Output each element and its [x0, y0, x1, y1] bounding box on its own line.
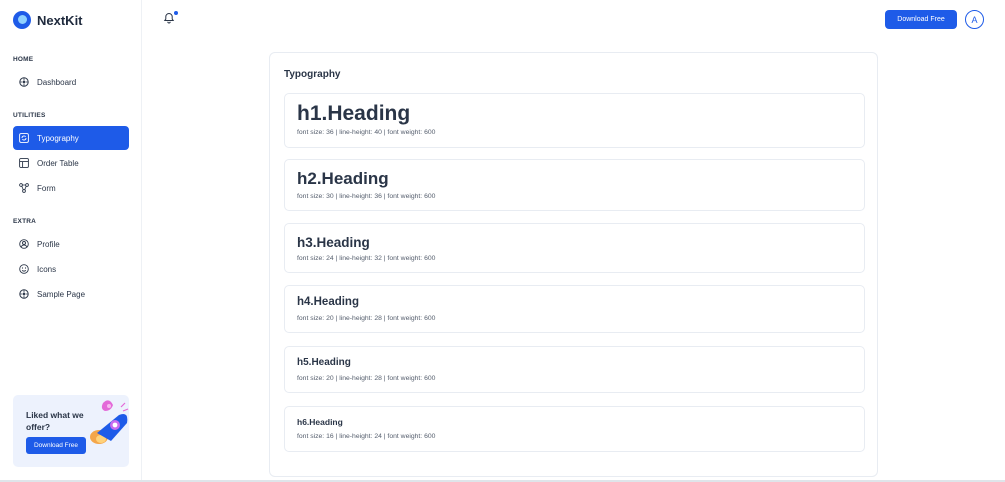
brand[interactable]: NextKit — [13, 11, 83, 29]
brand-name: NextKit — [37, 12, 83, 28]
dashboard-icon — [19, 77, 29, 87]
sidebar-item-label: Icons — [37, 264, 57, 274]
section-title-extra: EXTRA — [13, 218, 37, 225]
heading-label: h3.Heading — [297, 235, 370, 250]
sidebar-item-form[interactable]: Form — [13, 176, 129, 200]
brand-logo-icon — [13, 11, 31, 29]
heading-sample-h2: h2.Heading font size: 30 | line-height: … — [284, 159, 865, 211]
heading-sample-h4: h4.Heading font size: 20 | line-height: … — [284, 285, 865, 333]
typography-card: Typography h1.Heading font size: 36 | li… — [269, 52, 878, 477]
heading-label: h1.Heading — [297, 102, 411, 125]
page-icon — [19, 289, 29, 299]
promo-download-button[interactable]: Download Free — [26, 437, 86, 454]
heading-meta: font size: 30 | line-height: 36 | font w… — [297, 193, 436, 200]
promo-card: Liked what we offer? Download Free — [13, 395, 129, 467]
heading-label: h6.Heading — [297, 417, 343, 427]
sidebar-item-profile[interactable]: Profile — [13, 232, 129, 256]
heading-label: h5.Heading — [297, 357, 351, 368]
typography-icon — [19, 133, 29, 143]
heading-meta: font size: 20 | line-height: 28 | font w… — [297, 315, 436, 322]
sidebar-item-label: Form — [37, 183, 56, 193]
heading-meta: font size: 16 | line-height: 24 | font w… — [297, 433, 436, 440]
heading-sample-h5: h5.Heading font size: 20 | line-height: … — [284, 346, 865, 393]
section-title-home: HOME — [13, 56, 34, 63]
notification-dot — [174, 11, 178, 15]
header-download-button[interactable]: Download Free — [885, 10, 957, 29]
sidebar-item-icons[interactable]: Icons — [13, 257, 129, 281]
profile-icon — [19, 239, 29, 249]
sidebar: NextKit HOME Dashboard UTILITIES Typogra… — [0, 0, 142, 482]
heading-meta: font size: 24 | line-height: 32 | font w… — [297, 255, 436, 262]
heading-label: h2.Heading — [297, 169, 389, 188]
sidebar-item-label: Profile — [37, 239, 60, 249]
heading-sample-h6: h6.Heading font size: 16 | line-height: … — [284, 406, 865, 452]
rocket-illustration-icon — [90, 400, 129, 444]
heading-sample-h1: h1.Heading font size: 36 | line-height: … — [284, 93, 865, 148]
table-icon — [19, 158, 29, 168]
heading-meta: font size: 36 | line-height: 40 | font w… — [297, 129, 436, 136]
sidebar-item-label: Sample Page — [37, 289, 86, 299]
sidebar-item-typography[interactable]: Typography — [13, 126, 129, 150]
page-title: Typography — [284, 69, 341, 80]
sidebar-item-label: Typography — [37, 133, 79, 143]
section-title-utilities: UTILITIES — [13, 112, 46, 119]
sidebar-item-label: Dashboard — [37, 77, 77, 87]
promo-text: Liked what we offer? — [26, 410, 84, 432]
sidebar-item-order-table[interactable]: Order Table — [13, 151, 129, 175]
form-icon — [19, 183, 29, 193]
sidebar-item-dashboard[interactable]: Dashboard — [13, 70, 129, 94]
heading-sample-h3: h3.Heading font size: 24 | line-height: … — [284, 223, 865, 273]
heading-label: h4.Heading — [297, 296, 359, 308]
sidebar-item-sample-page[interactable]: Sample Page — [13, 282, 129, 306]
sidebar-item-label: Order Table — [37, 158, 79, 168]
avatar[interactable]: A — [965, 10, 984, 29]
smile-icon — [19, 264, 29, 274]
heading-meta: font size: 20 | line-height: 28 | font w… — [297, 375, 436, 382]
